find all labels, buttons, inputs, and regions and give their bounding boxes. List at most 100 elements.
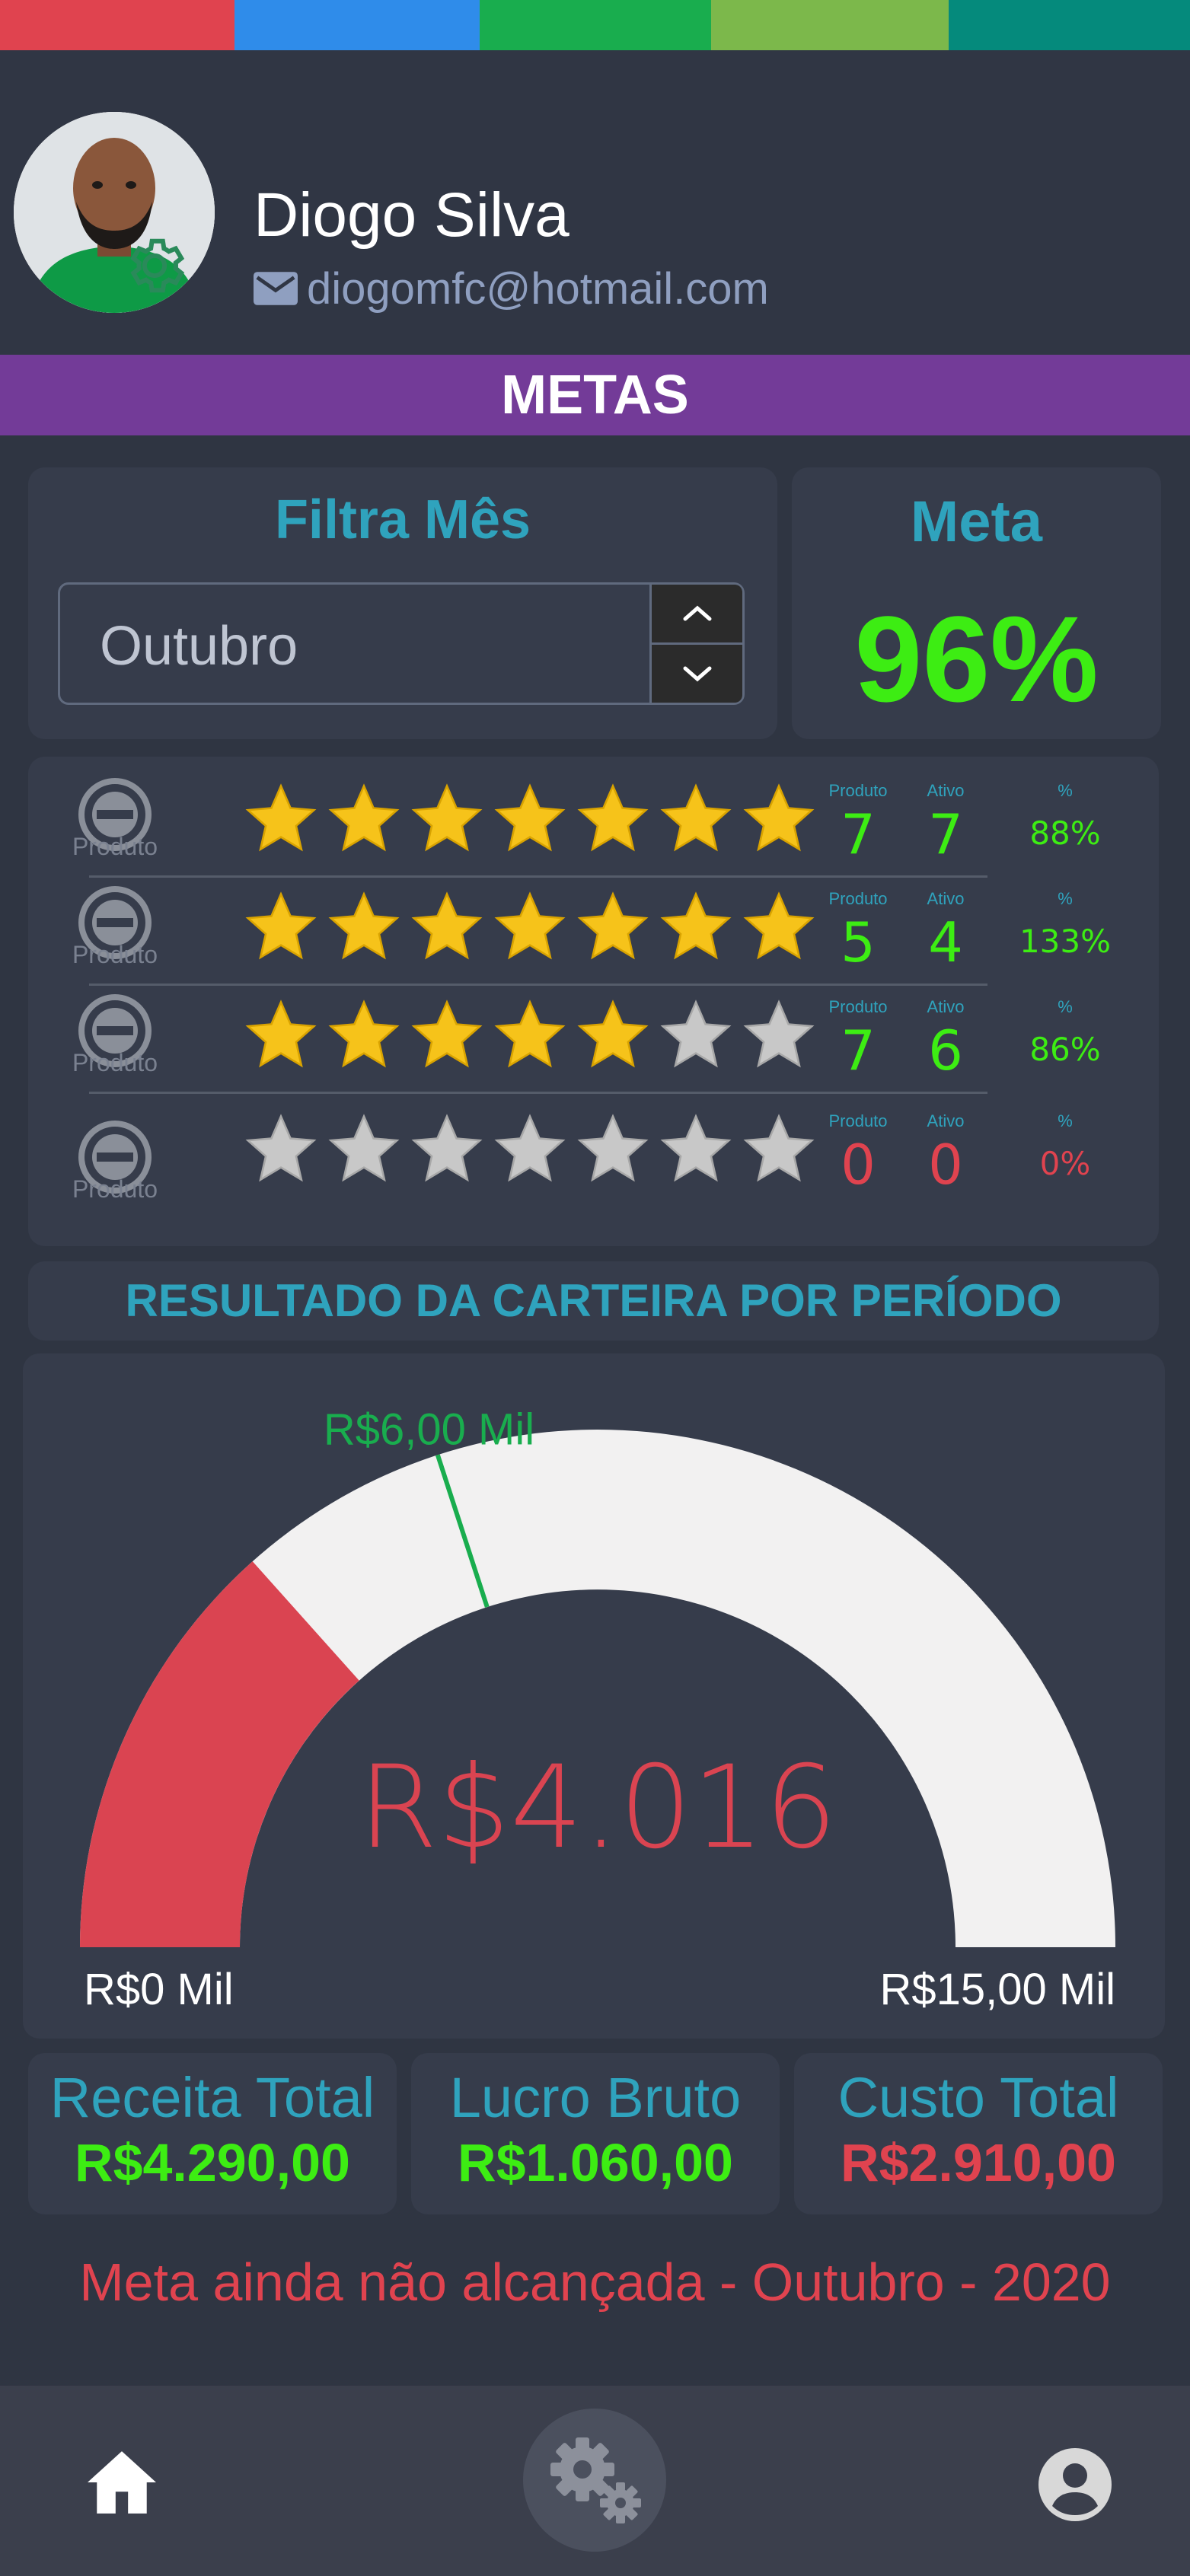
- stripe-green: [480, 0, 711, 50]
- star-empty-icon: [411, 1114, 483, 1182]
- ativo-count-column: Ativo 0: [904, 1111, 987, 1197]
- percent-value: 88%: [1029, 815, 1101, 852]
- gauge-min-label: R$0 Mil: [84, 1965, 234, 2014]
- star-rating: [241, 889, 822, 968]
- column-header: %: [1058, 889, 1073, 908]
- gear-icon[interactable]: [120, 231, 189, 300]
- percent-value: 0%: [1039, 1145, 1091, 1182]
- product-row: Produto Produto 0 Ativo 0% 0%: [28, 1098, 1159, 1204]
- settings-center-button[interactable]: [523, 2409, 666, 2552]
- produto-count: 7: [841, 802, 876, 866]
- row-divider: [89, 1092, 987, 1094]
- star-empty-icon: [743, 999, 815, 1068]
- star-filled-icon: [245, 891, 317, 960]
- receita-total-card: Receita Total R$4.290,00: [28, 2053, 397, 2214]
- meta-value: 96%: [854, 591, 1099, 727]
- star-filled-icon: [494, 999, 566, 1068]
- star-filled-icon: [245, 783, 317, 852]
- chevron-down-icon: [683, 666, 711, 682]
- result-title: RESULTADO DA CARTEIRA POR PERÍODO: [125, 1275, 1062, 1326]
- lucro-bruto-card: Lucro Bruto R$1.060,00: [411, 2053, 780, 2214]
- result-title-card: RESULTADO DA CARTEIRA POR PERÍODO: [28, 1261, 1159, 1341]
- gauge-card: R$6,00 Mil R$4.016 R$0 Mil R$15,00 Mil: [23, 1353, 1165, 2039]
- produto-count-column: Produto 7: [816, 997, 900, 1082]
- column-header: Produto: [828, 1111, 888, 1130]
- produto-count: 5: [841, 910, 876, 974]
- percent-value: 86%: [1029, 1031, 1101, 1068]
- stripe-lime: [711, 0, 949, 50]
- gauge-max-label: R$15,00 Mil: [880, 1965, 1115, 2014]
- bottom-nav: [0, 2386, 1190, 2576]
- ativo-count: 0: [928, 1133, 963, 1197]
- column-header: Ativo: [927, 889, 965, 908]
- month-up-button[interactable]: [649, 585, 742, 645]
- star-filled-icon: [328, 891, 400, 960]
- profile-name: Diogo Silva: [254, 180, 569, 250]
- mail-icon: [254, 272, 298, 305]
- product-label: Produto: [72, 833, 158, 860]
- ativo-count: 4: [928, 910, 963, 974]
- star-filled-icon: [577, 891, 649, 960]
- stripe-teal: [949, 0, 1190, 50]
- custo-total-value: R$2.910,00: [841, 2133, 1116, 2192]
- star-rating: [241, 997, 822, 1076]
- column-header: %: [1058, 781, 1073, 800]
- column-header: Ativo: [927, 997, 965, 1016]
- product-label: Produto: [72, 1175, 158, 1203]
- percent-value-column: % 0%: [989, 1111, 1141, 1182]
- home-icon[interactable]: [84, 2448, 160, 2517]
- produto-count: 0: [841, 1133, 876, 1197]
- receita-total-value: R$4.290,00: [75, 2133, 350, 2192]
- star-empty-icon: [577, 1114, 649, 1182]
- column-header: Produto: [828, 997, 888, 1016]
- products-card: Produto Produto 7 Ativo 7% 88% Produto Produto 5…: [28, 757, 1159, 1246]
- gears-icon: [550, 2437, 641, 2523]
- star-filled-icon: [411, 783, 483, 852]
- produto-count-column: Produto 7: [816, 781, 900, 866]
- produto-count: 7: [841, 1019, 876, 1082]
- percent-value-column: % 88%: [989, 781, 1141, 852]
- product-row: Produto Produto 7 Ativo 7% 88%: [28, 767, 1159, 874]
- filter-title: Filtra Mês: [274, 489, 531, 550]
- stripe-red: [0, 0, 234, 50]
- produto-count-column: Produto 5: [816, 889, 900, 974]
- product-row: Produto Produto 5 Ativo 4% 133%: [28, 875, 1159, 982]
- gauge-chart: R$6,00 Mil R$4.016 R$0 Mil R$15,00 Mil: [80, 1404, 1115, 2014]
- column-header: %: [1058, 1111, 1073, 1130]
- receita-total-title: Receita Total: [49, 2066, 375, 2129]
- stripe-blue: [234, 0, 480, 50]
- top-color-stripes: [0, 0, 1190, 50]
- star-rating: [241, 781, 822, 860]
- produto-count-column: Produto 0: [816, 1111, 900, 1197]
- column-header: %: [1058, 997, 1073, 1016]
- custo-total-title: Custo Total: [837, 2066, 1119, 2129]
- status-message: Meta ainda não alcançada - Outubro - 202…: [79, 2252, 1111, 2312]
- product-row: Produto Produto 7 Ativo 6% 86%: [28, 984, 1159, 1090]
- ativo-count: 7: [928, 802, 963, 866]
- star-filled-icon: [494, 783, 566, 852]
- lucro-bruto-value: R$1.060,00: [458, 2133, 733, 2192]
- star-filled-icon: [328, 999, 400, 1068]
- star-empty-icon: [660, 1114, 732, 1182]
- star-filled-icon: [577, 999, 649, 1068]
- star-empty-icon: [660, 999, 732, 1068]
- ativo-count-column: Ativo 7: [904, 781, 987, 866]
- chevron-up-icon: [683, 605, 711, 621]
- month-spinner: [649, 585, 742, 703]
- star-filled-icon: [494, 891, 566, 960]
- month-down-button[interactable]: [649, 645, 742, 703]
- profile-email: diogomfc@hotmail.com: [254, 262, 769, 315]
- month-filter-card: Filtra Mês Outubro: [28, 467, 777, 739]
- account-circle-icon[interactable]: [1038, 2448, 1112, 2521]
- custo-total-card: Custo Total R$2.910,00: [794, 2053, 1163, 2214]
- star-empty-icon: [494, 1114, 566, 1182]
- star-filled-icon: [660, 783, 732, 852]
- star-filled-icon: [577, 783, 649, 852]
- email-text: diogomfc@hotmail.com: [307, 263, 769, 314]
- star-filled-icon: [411, 999, 483, 1068]
- product-label: Produto: [72, 1049, 158, 1076]
- percent-value-column: % 86%: [989, 997, 1141, 1068]
- month-select[interactable]: Outubro: [58, 582, 745, 705]
- meta-title: Meta: [910, 489, 1043, 554]
- star-empty-icon: [743, 1114, 815, 1182]
